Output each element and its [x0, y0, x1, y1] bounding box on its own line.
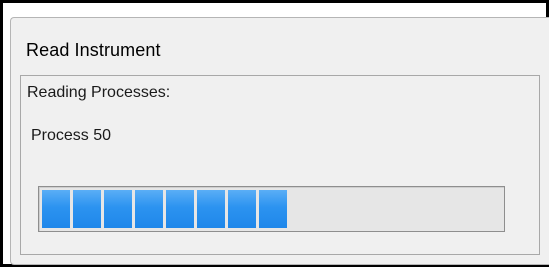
progress-chunk	[197, 190, 225, 228]
screenshot-frame: Read Instrument Reading Processes: Proce…	[0, 0, 549, 267]
progress-chunk	[73, 190, 101, 228]
reading-processes-label: Reading Processes:	[27, 84, 171, 101]
progress-bar	[38, 186, 505, 232]
progress-chunk	[135, 190, 163, 228]
title-bar[interactable]: Read Instrument	[11, 18, 549, 66]
progress-chunk	[104, 190, 132, 228]
progress-chunk	[228, 190, 256, 228]
window-title: Read Instrument	[26, 40, 161, 60]
progress-chunk	[259, 190, 287, 228]
progress-bar-fill	[42, 190, 287, 228]
current-process-label: Process 50	[31, 127, 112, 144]
progress-chunk	[42, 190, 70, 228]
progress-chunk	[166, 190, 194, 228]
